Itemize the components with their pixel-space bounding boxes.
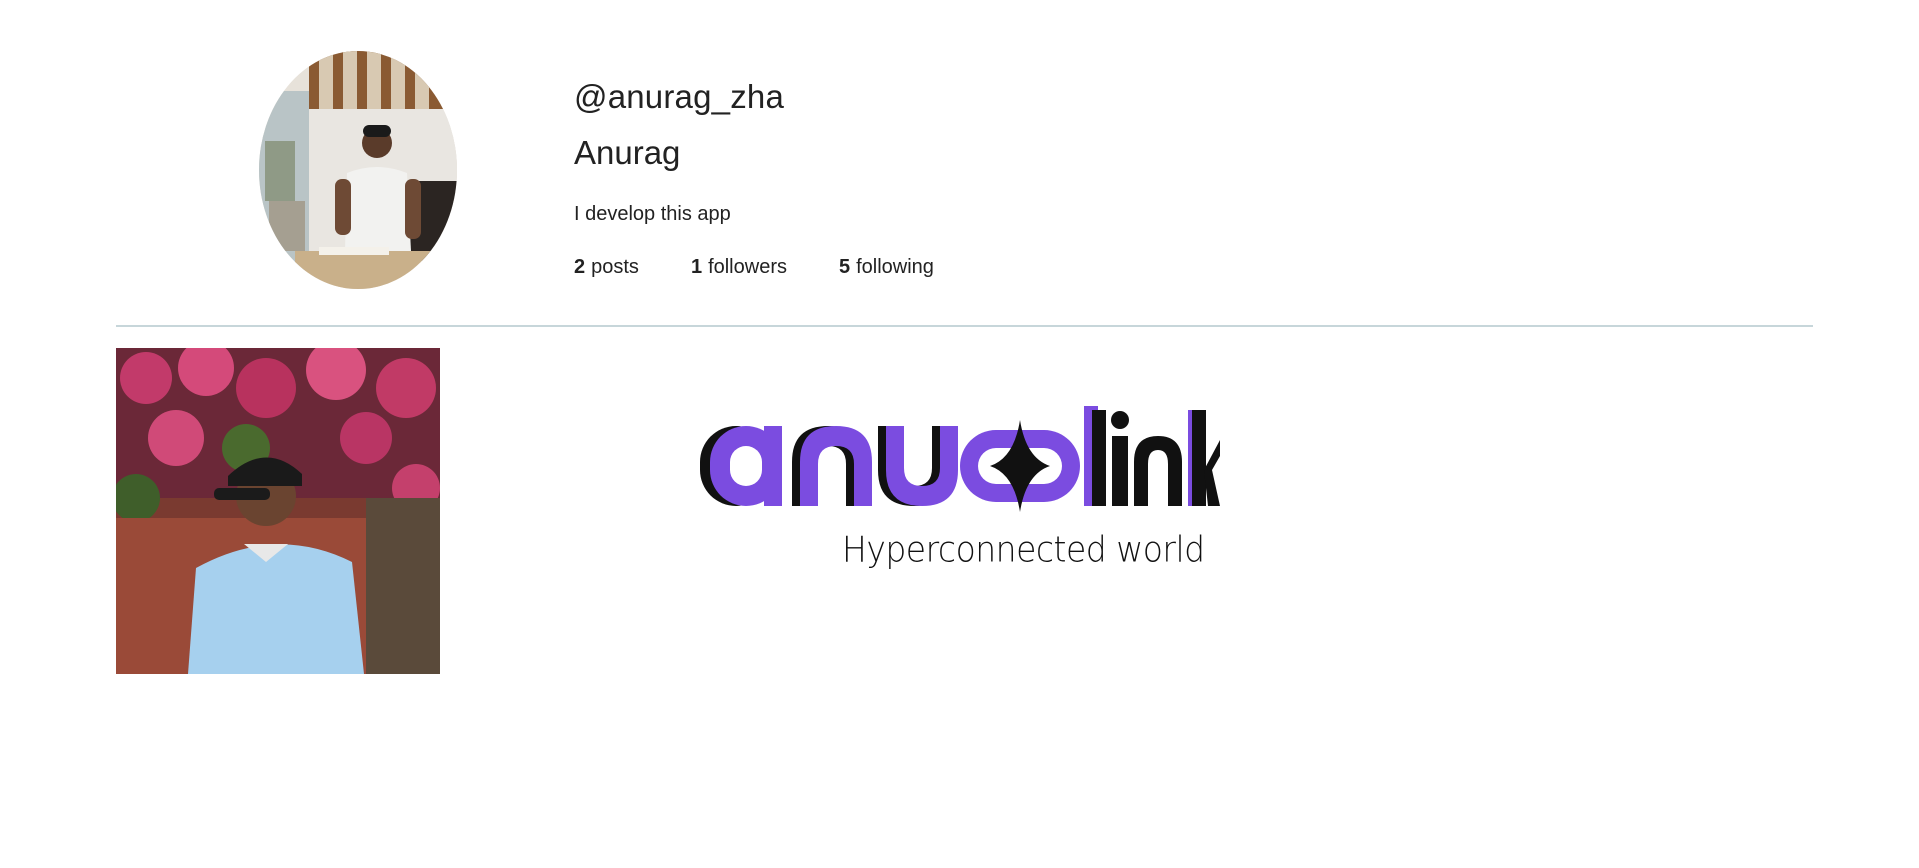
profile-full-name: Anurag bbox=[574, 134, 681, 171]
posts-count: 2 bbox=[574, 256, 586, 278]
logo-tagline: Hyperconnected world bbox=[842, 528, 1205, 571]
stat-following[interactable]: 5 following bbox=[839, 256, 934, 279]
following-count: 5 bbox=[838, 256, 851, 278]
following-label: following bbox=[856, 256, 934, 278]
profile-username: @anurag_zha bbox=[574, 78, 785, 115]
post-photo-image bbox=[116, 348, 440, 674]
anu-link-logo bbox=[700, 406, 1220, 512]
profile-avatar[interactable] bbox=[259, 51, 457, 289]
posts-label: posts bbox=[591, 256, 639, 278]
stat-followers[interactable]: 1 followers bbox=[691, 256, 787, 279]
profile-bio: I develop this app bbox=[574, 203, 731, 225]
followers-label: followers bbox=[708, 256, 787, 278]
avatar-photo bbox=[259, 51, 457, 289]
post-thumbnail-photo[interactable] bbox=[116, 348, 440, 674]
followers-count: 1 bbox=[690, 256, 703, 278]
profile-stats: 2 posts 1 followers 5 following bbox=[574, 256, 934, 279]
post-thumbnail-logo[interactable]: Hyperconnected world bbox=[700, 406, 1220, 576]
profile-page: @anurag_zha Anurag I develop this app 2p… bbox=[0, 0, 1919, 868]
stat-posts: 2 posts bbox=[574, 256, 639, 279]
profile-divider bbox=[116, 325, 1813, 327]
